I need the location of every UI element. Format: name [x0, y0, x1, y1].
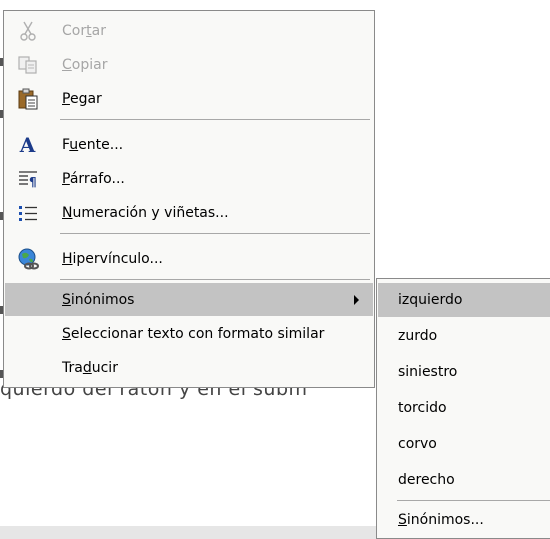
submenu-separator	[397, 500, 550, 501]
menu-item-label: Pegar	[62, 90, 102, 107]
submenu-item-synonym[interactable]: siniestro	[378, 355, 550, 389]
submenu-item-label: Sinónimos...	[398, 512, 484, 528]
submenu-item-label: zurdo	[398, 328, 438, 344]
submenu-item-synonym[interactable]: zurdo	[378, 319, 550, 353]
menu-separator	[60, 279, 370, 280]
menu-item-cut[interactable]: Cortar	[5, 14, 373, 47]
submenu-item-label: torcido	[398, 400, 447, 416]
context-menu: Cortar Copiar Pegar A Fuente... ¶ Párraf…	[3, 10, 375, 388]
synonyms-submenu: izquierdo zurdo siniestro torcido corvo …	[376, 278, 550, 539]
document-bottom-bar	[0, 526, 380, 539]
paste-icon	[5, 82, 50, 115]
scissors-icon	[5, 14, 50, 47]
menu-item-label: Fuente...	[62, 136, 124, 153]
menu-separator	[60, 119, 370, 120]
menu-item-font[interactable]: A Fuente...	[5, 128, 373, 161]
submenu-item-synonym[interactable]: corvo	[378, 427, 550, 461]
hyperlink-icon	[5, 242, 50, 275]
svg-text:¶: ¶	[29, 175, 37, 188]
menu-item-label: Numeración y viñetas...	[62, 204, 229, 221]
menu-item-hyperlink[interactable]: Hipervínculo...	[5, 242, 373, 275]
menu-item-label: Copiar	[62, 56, 108, 73]
submenu-item-synonym[interactable]: derecho	[378, 463, 550, 497]
submenu-item-label: derecho	[398, 472, 455, 488]
menu-separator	[60, 233, 370, 234]
font-icon: A	[19, 132, 36, 157]
submenu-arrow-icon	[354, 295, 359, 305]
menu-item-label: Cortar	[62, 22, 106, 39]
menu-item-paragraph[interactable]: ¶ Párrafo...	[5, 162, 373, 195]
menu-item-label: Hipervínculo...	[62, 250, 163, 267]
menu-item-select-similar[interactable]: Seleccionar texto con formato similar	[5, 317, 373, 350]
menu-item-paste[interactable]: Pegar	[5, 82, 373, 115]
menu-item-translate[interactable]: Traducir	[5, 351, 373, 384]
menu-item-synonyms[interactable]: Sinónimos	[5, 283, 373, 316]
submenu-item-synonym[interactable]: torcido	[378, 391, 550, 425]
menu-item-label: Párrafo...	[62, 170, 125, 187]
menu-item-label: Seleccionar texto con formato similar	[62, 325, 325, 342]
submenu-item-thesaurus[interactable]: Sinónimos...	[378, 503, 550, 537]
list-icon	[5, 196, 50, 229]
menu-item-label: Sinónimos	[62, 291, 135, 308]
submenu-item-label: siniestro	[398, 364, 458, 380]
menu-item-bullets[interactable]: Numeración y viñetas...	[5, 196, 373, 229]
copy-icon	[5, 48, 50, 81]
submenu-item-label: izquierdo	[398, 292, 463, 308]
submenu-item-label: corvo	[398, 436, 437, 452]
paragraph-icon: ¶	[5, 162, 50, 195]
menu-item-label: Traducir	[62, 359, 118, 376]
menu-item-copy[interactable]: Copiar	[5, 48, 373, 81]
submenu-item-synonym[interactable]: izquierdo	[378, 283, 550, 317]
